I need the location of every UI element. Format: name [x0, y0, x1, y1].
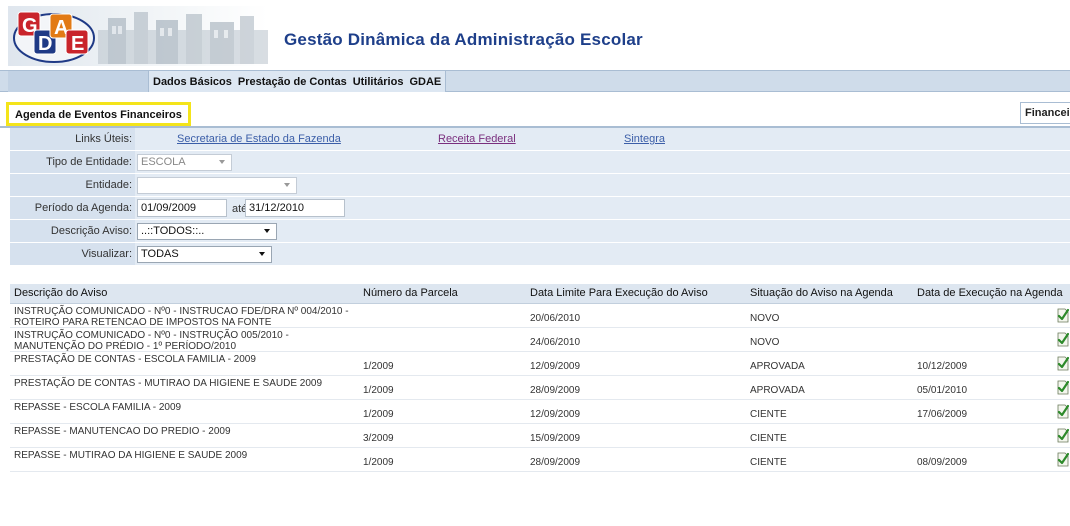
gdae-logo: G D A E — [13, 11, 95, 63]
tipo-entidade-select[interactable]: ESCOLA — [137, 154, 232, 171]
periodo-fim-input[interactable]: 31/12/2010 — [245, 199, 345, 217]
periodo-label: Período da Agenda: — [10, 197, 135, 219]
links-row: Links Úteis: Secretaria de Estado da Faz… — [10, 128, 1070, 151]
app-title: Gestão Dinâmica da Administração Escolar — [284, 30, 643, 49]
cell-situacao: CIENTE — [750, 457, 787, 468]
cell-situacao: CIENTE — [750, 409, 787, 420]
column-header-parcela: Número da Parcela — [363, 287, 458, 299]
column-header-descricao: Descrição do Aviso — [14, 287, 108, 299]
cell-descricao: REPASSE - MUTIRAO DA HIGIENE E SAUDE 200… — [14, 450, 248, 461]
column-header-situacao: Situação do Aviso na Agenda — [750, 287, 893, 299]
cell-data-limite: 28/09/2009 — [530, 385, 581, 396]
tipo-entidade-label: Tipo de Entidade: — [10, 151, 135, 173]
tab-agenda-eventos-financeiros[interactable]: Agenda de Eventos Financeiros — [6, 102, 191, 126]
cell-descricao: PRESTAÇÃO DE CONTAS - ESCOLA FAMILIA - 2… — [14, 354, 256, 365]
table-row: INSTRUÇÃO COMUNICADO - Nº0 - INSTRUÇÃO 0… — [10, 328, 1070, 352]
table-row: PRESTAÇÃO DE CONTAS - ESCOLA FAMILIA - 2… — [10, 352, 1070, 376]
cell-data-limite: 12/09/2009 — [530, 409, 581, 420]
entidade-label: Entidade: — [10, 174, 135, 196]
tipo-entidade-row: Tipo de Entidade: ESCOLA — [10, 151, 1070, 174]
avisos-table: Descrição do Aviso Número da Parcela Dat… — [10, 284, 1070, 472]
cell-descricao: PRESTAÇÃO DE CONTAS - MUTIRAO DA HIGIENE… — [14, 378, 323, 389]
table-row: INSTRUÇÃO COMUNICADO - Nº0 - INSTRUCAO F… — [10, 304, 1070, 328]
visualizar-row: Visualizar: TODAS — [10, 243, 1070, 266]
cell-data-execucao: 05/01/2010 — [917, 385, 968, 396]
cell-data-limite: 24/06/2010 — [530, 337, 581, 348]
table-row: REPASSE - MANUTENCAO DO PREDIO - 2009 3/… — [10, 424, 1070, 448]
table-body: INSTRUÇÃO COMUNICADO - Nº0 - INSTRUCAO F… — [10, 304, 1070, 472]
edit-document-icon[interactable] — [1057, 356, 1069, 371]
edit-document-icon[interactable] — [1057, 404, 1069, 419]
cell-situacao: CIENTE — [750, 433, 787, 444]
entidade-select[interactable] — [137, 177, 297, 194]
cell-situacao: APROVADA — [750, 361, 805, 372]
cell-situacao: APROVADA — [750, 385, 805, 396]
cell-data-execucao: 08/09/2009 — [917, 457, 968, 468]
cell-descricao: REPASSE - ESCOLA FAMILIA - 2009 — [14, 402, 182, 413]
logo-banner: G D A E — [8, 6, 268, 66]
building-illustration — [98, 12, 268, 64]
cell-parcela: 1/2009 — [363, 409, 394, 420]
menu-item-dados-basicos[interactable]: Dados Básicos — [153, 76, 232, 88]
descricao-aviso-row: Descrição Aviso: ..::TODOS::.. — [10, 220, 1070, 243]
table-row: REPASSE - MUTIRAO DA HIGIENE E SAUDE 200… — [10, 448, 1070, 472]
cell-parcela: 1/2009 — [363, 385, 394, 396]
link-receita-federal[interactable]: Receita Federal — [438, 133, 516, 145]
visualizar-label: Visualizar: — [10, 243, 135, 265]
cell-data-limite: 20/06/2010 — [530, 313, 581, 324]
table-header: Descrição do Aviso Número da Parcela Dat… — [10, 284, 1070, 304]
chevron-down-icon — [264, 229, 270, 233]
menu-items: Dados Básicos Prestação de Contas Utilit… — [148, 71, 447, 92]
cell-descricao: INSTRUÇÃO COMUNICADO - Nº0 - INSTRUÇÃO 0… — [14, 330, 289, 352]
tipo-entidade-value: ESCOLA — [141, 156, 186, 168]
descricao-aviso-select[interactable]: ..::TODOS::.. — [137, 223, 277, 240]
cell-parcela: 3/2009 — [363, 433, 394, 444]
menu-item-prestacao-de-contas[interactable]: Prestação de Contas — [238, 76, 347, 88]
descricao-aviso-value: ..::TODOS::.. — [141, 225, 205, 237]
edit-document-icon[interactable] — [1057, 332, 1069, 347]
chevron-down-icon — [284, 183, 290, 187]
svg-text:E: E — [71, 33, 84, 55]
cell-data-limite: 15/09/2009 — [530, 433, 581, 444]
cell-situacao: NOVO — [750, 313, 780, 324]
chevron-down-icon — [219, 160, 225, 164]
tab-bar: Agenda de Eventos Financeiros Financeir — [0, 92, 1070, 128]
descricao-aviso-label: Descrição Aviso: — [10, 220, 135, 242]
column-header-data-limite: Data Limite Para Execução do Aviso — [530, 287, 708, 299]
cell-parcela: 1/2009 — [363, 361, 394, 372]
cell-data-limite: 12/09/2009 — [530, 361, 581, 372]
table-row: PRESTAÇÃO DE CONTAS - MUTIRAO DA HIGIENE… — [10, 376, 1070, 400]
filter-form: Links Úteis: Secretaria de Estado da Faz… — [10, 128, 1070, 266]
header: G D A E Gestão Dinâmica da Administração… — [0, 0, 1070, 70]
cell-parcela: 1/2009 — [363, 457, 394, 468]
edit-document-icon[interactable] — [1057, 428, 1069, 443]
links-label: Links Úteis: — [10, 128, 135, 150]
cell-data-execucao: 10/12/2009 — [917, 361, 968, 372]
edit-document-icon[interactable] — [1057, 452, 1069, 467]
table-row: REPASSE - ESCOLA FAMILIA - 2009 1/2009 1… — [10, 400, 1070, 424]
menu-item-gdae[interactable]: GDAE — [409, 76, 441, 88]
visualizar-value: TODAS — [141, 248, 179, 260]
edit-document-icon[interactable] — [1057, 380, 1069, 395]
entidade-row: Entidade: — [10, 174, 1070, 197]
edit-document-icon[interactable] — [1057, 308, 1069, 323]
cell-descricao: REPASSE - MANUTENCAO DO PREDIO - 2009 — [14, 426, 231, 437]
periodo-row: Período da Agenda: 01/09/2009 até 31/12/… — [10, 197, 1070, 220]
menu-spacer — [8, 71, 148, 92]
visualizar-select[interactable]: TODAS — [137, 246, 272, 263]
cell-data-limite: 28/09/2009 — [530, 457, 581, 468]
link-sintegra[interactable]: Sintegra — [624, 133, 665, 145]
cell-data-execucao: 17/06/2009 — [917, 409, 968, 420]
cell-descricao: INSTRUÇÃO COMUNICADO - Nº0 - INSTRUCAO F… — [14, 306, 349, 328]
periodo-inicio-input[interactable]: 01/09/2009 — [137, 199, 227, 217]
menu-item-utilitarios[interactable]: Utilitários — [353, 76, 404, 88]
link-secretaria-fazenda[interactable]: Secretaria de Estado da Fazenda — [177, 133, 341, 145]
tab-financeiro[interactable]: Financeir — [1020, 102, 1070, 124]
cell-situacao: NOVO — [750, 337, 780, 348]
chevron-down-icon — [259, 252, 265, 256]
column-header-data-execucao: Data de Execução na Agenda — [917, 287, 1063, 299]
main-menu-bar: Dados Básicos Prestação de Contas Utilit… — [0, 70, 1070, 92]
